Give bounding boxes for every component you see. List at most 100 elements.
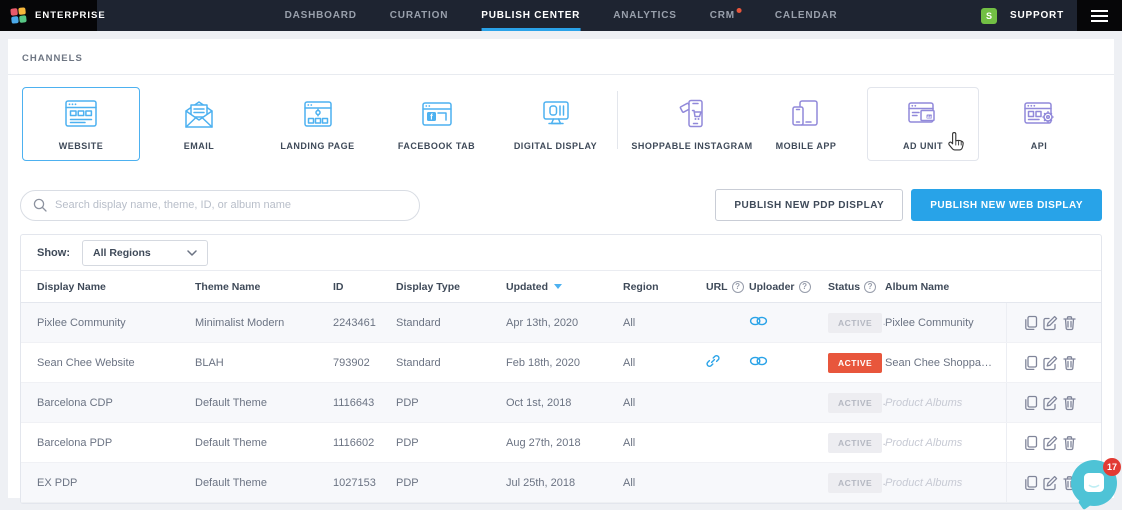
mobile-app-icon (784, 98, 828, 132)
cell-theme-name: BLAH (195, 357, 333, 369)
sort-desc-icon (554, 284, 562, 289)
cell-status: ACTIVE (828, 353, 885, 373)
landing-page-icon (296, 98, 340, 132)
duplicate-button[interactable] (1023, 435, 1039, 451)
cell-id: 793902 (333, 357, 396, 369)
cell-status: ACTIVE (828, 313, 885, 333)
chevron-down-icon (187, 250, 197, 256)
table-filter-row: Show: All Regions (21, 235, 1101, 271)
cell-album-name: Product Albums (885, 437, 1006, 449)
nav-item-curation[interactable]: CURATION (390, 0, 448, 31)
publish-new-web-display-button[interactable]: PUBLISH NEW WEB DISPLAY (911, 189, 1102, 221)
uploader-link-icon[interactable] (749, 355, 768, 367)
search-box[interactable] (20, 190, 420, 221)
digital-display-icon (534, 98, 578, 132)
publish-new-pdp-display-button[interactable]: PUBLISH NEW PDP DISPLAY (715, 189, 903, 221)
show-label: Show: (37, 247, 70, 259)
ad-unit-icon: Ad (901, 98, 945, 132)
duplicate-button[interactable] (1023, 395, 1039, 411)
table-row: Pixlee Community Minimalist Modern 22434… (21, 303, 1101, 343)
region-dropdown[interactable]: All Regions (82, 240, 208, 266)
row-actions (1006, 343, 1101, 382)
uploader-link-icon[interactable] (749, 315, 768, 327)
cell-id: 2243461 (333, 317, 396, 329)
search-row: PUBLISH NEW PDP DISPLAY PUBLISH NEW WEB … (20, 189, 1102, 221)
table-row: EX PDP Default Theme 1027153 PDP Jul 25t… (21, 463, 1101, 503)
search-input[interactable] (55, 199, 407, 211)
channel-digital-display[interactable]: DIGITAL DISPLAY (496, 87, 615, 161)
pixlee-logo-icon (10, 7, 26, 23)
duplicate-button[interactable] (1023, 315, 1039, 331)
delete-button[interactable] (1062, 355, 1077, 371)
brand-logo[interactable]: ENTERPRISE (0, 0, 97, 31)
row-actions (1006, 383, 1101, 422)
nav-item-publish-center[interactable]: PUBLISH CENTER (481, 0, 580, 31)
support-link[interactable]: SUPPORT (1010, 10, 1064, 21)
row-actions (1006, 423, 1101, 462)
nav-item-analytics[interactable]: ANALYTICS (613, 0, 677, 31)
channels-section-label: CHANNELS (8, 39, 1114, 75)
edit-button[interactable] (1042, 475, 1059, 491)
channels-divider (617, 91, 618, 149)
edit-button[interactable] (1042, 395, 1059, 411)
cell-region: All (623, 397, 706, 409)
cell-updated: Oct 1st, 2018 (506, 397, 623, 409)
channel-api[interactable]: API (979, 87, 1099, 161)
delete-button[interactable] (1062, 435, 1077, 451)
channel-landing-page[interactable]: LANDING PAGE (258, 87, 377, 161)
duplicate-button[interactable] (1023, 475, 1039, 491)
cell-id: 1027153 (333, 477, 396, 489)
cell-uploader (749, 315, 828, 330)
channel-mobile-app[interactable]: MOBILE APP (761, 87, 851, 161)
edit-button[interactable] (1042, 355, 1059, 371)
channel-shoppable-instagram[interactable]: SHOPPABLE INSTAGRAM (623, 87, 761, 161)
region-dropdown-value: All Regions (93, 247, 151, 259)
website-icon (59, 98, 103, 132)
delete-button[interactable] (1062, 315, 1077, 331)
channel-ad-unit[interactable]: Ad AD UNIT (867, 87, 979, 161)
table-row: Sean Chee Website BLAH 793902 Standard F… (21, 343, 1101, 383)
cell-display-name[interactable]: Barcelona CDP (37, 397, 195, 409)
nav-item-crm[interactable]: CRM (710, 0, 742, 31)
cell-display-name[interactable]: Barcelona PDP (37, 437, 195, 449)
cell-id: 1116602 (333, 437, 396, 449)
hamburger-menu-icon[interactable] (1077, 0, 1122, 31)
svg-text:f: f (430, 112, 433, 121)
nav-item-calendar[interactable]: CALENDAR (775, 0, 838, 31)
header-album-name: Album Name (885, 281, 1006, 293)
cell-region: All (623, 477, 706, 489)
duplicate-button[interactable] (1023, 355, 1039, 371)
cell-display-name[interactable]: Pixlee Community (37, 317, 195, 329)
edit-button[interactable] (1042, 315, 1059, 331)
header-theme-name: Theme Name (195, 281, 333, 293)
status-help-icon[interactable]: ? (864, 281, 876, 293)
cell-region: All (623, 317, 706, 329)
cell-display-name[interactable]: EX PDP (37, 477, 195, 489)
channel-website[interactable]: WEBSITE (22, 87, 140, 161)
cell-album-name: Product Albums (885, 397, 1006, 409)
header-updated[interactable]: Updated (506, 281, 623, 293)
search-icon (33, 198, 47, 212)
cell-display-type: Standard (396, 357, 506, 369)
channel-facebook-tab[interactable]: f FACEBOOK TAB (377, 87, 496, 161)
cell-theme-name: Default Theme (195, 397, 333, 409)
cell-updated: Apr 13th, 2020 (506, 317, 623, 329)
cell-region: All (623, 357, 706, 369)
header-url: URL? (706, 281, 749, 293)
cell-id: 1116643 (333, 397, 396, 409)
edit-button[interactable] (1042, 435, 1059, 451)
channels-row: WEBSITE EMAIL (8, 87, 1114, 161)
cell-display-name[interactable]: Sean Chee Website (37, 357, 195, 369)
channel-email[interactable]: EMAIL (140, 87, 258, 161)
url-help-icon[interactable]: ? (732, 281, 744, 293)
delete-button[interactable] (1062, 395, 1077, 411)
uploader-help-icon[interactable]: ? (799, 281, 811, 293)
api-icon (1017, 98, 1061, 132)
url-link-icon[interactable] (706, 354, 720, 368)
chat-icon (1082, 472, 1106, 494)
cell-theme-name: Default Theme (195, 477, 333, 489)
shoppable-instagram-icon (670, 98, 714, 132)
user-avatar[interactable]: S (981, 8, 997, 24)
table-header-row: Display Name Theme Name ID Display Type … (21, 271, 1101, 303)
nav-item-dashboard[interactable]: DASHBOARD (285, 0, 357, 31)
